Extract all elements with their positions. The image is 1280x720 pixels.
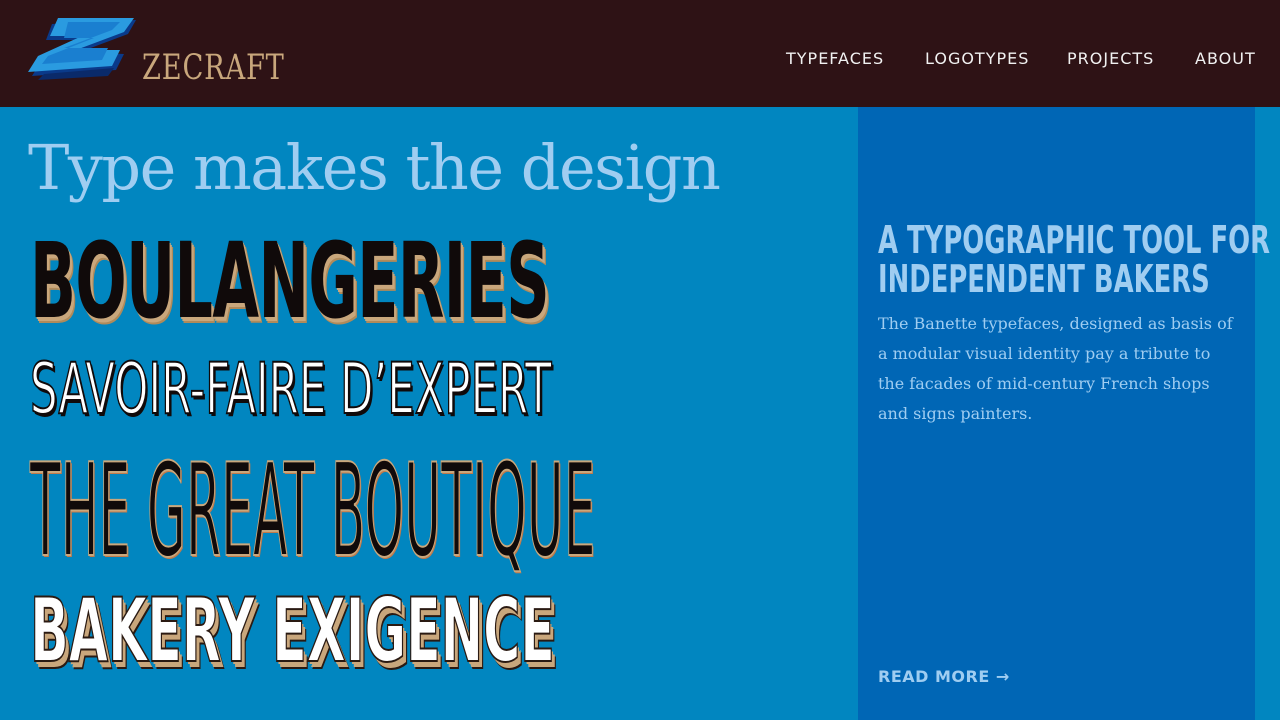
panel-heading-line-1: A TYPOGRAPHIC TOOL FOR: [878, 218, 1271, 262]
panel-heading-line-2: INDEPENDENT BAKERS: [878, 257, 1210, 301]
zecraft-z-logo-icon: [28, 18, 136, 80]
nav-projects[interactable]: PROJECTS: [1067, 46, 1154, 72]
specimen-boulangeries: BOULANGERIES: [30, 220, 550, 342]
nav-logotypes[interactable]: LOGOTYPES: [925, 46, 1029, 72]
specimen-savoir-faire: SAVOIR-FAIRE D’EXPERT: [29, 348, 552, 430]
panel-body-line-3: the facades of mid-century French shops: [878, 374, 1210, 393]
hero-tagline: Type makes the design: [28, 131, 721, 204]
panel-body-line-4: and signs painters.: [878, 404, 1033, 423]
nav-about[interactable]: ABOUT: [1195, 46, 1256, 72]
nav-typefaces[interactable]: TYPEFACES: [786, 46, 884, 72]
specimen-bakery-exigence: BAKERY EXIGENCE: [29, 579, 555, 682]
panel-body-line-1: The Banette typefaces, designed as basis…: [878, 314, 1233, 333]
read-more-link[interactable]: READ MORE →: [878, 667, 1010, 687]
zecraft-logo[interactable]: ZECRAFT: [24, 18, 284, 94]
site-header: ZECRAFT TYPEFACES LOGOTYPES PROJECTS ABO…: [0, 0, 1280, 107]
panel-edge-strip: [1255, 107, 1280, 720]
specimen-great-boutique: THE GREAT BOUTIQUE: [30, 437, 596, 586]
logo-wordmark: ZECRAFT: [142, 48, 285, 88]
panel-body-line-2: a modular visual identity pay a tribute …: [878, 344, 1211, 363]
side-edge-tab[interactable]: [1263, 17, 1280, 97]
